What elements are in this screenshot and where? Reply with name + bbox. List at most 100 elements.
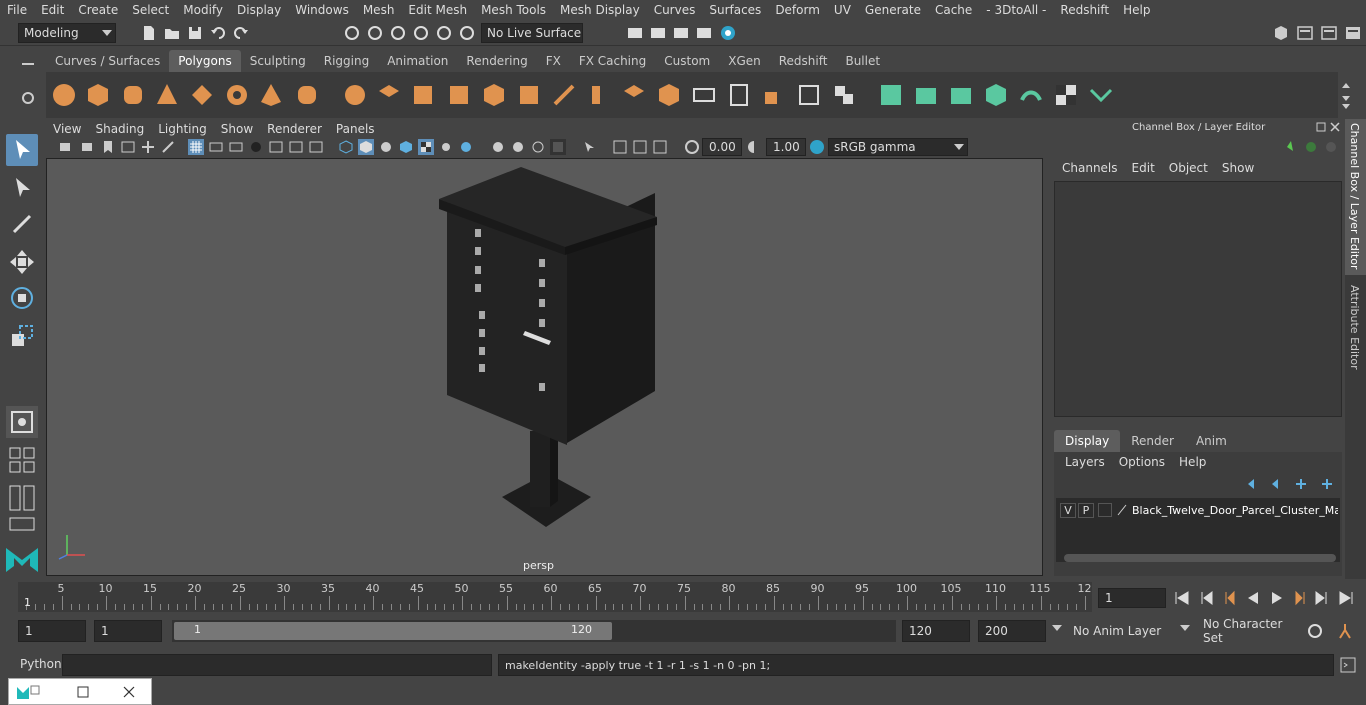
append-icon[interactable] xyxy=(621,82,647,108)
menu-mesh-display[interactable]: Mesh Display xyxy=(553,3,647,17)
snap-surface-icon[interactable] xyxy=(435,24,453,42)
move-tool-icon[interactable] xyxy=(6,246,38,278)
save-scene-icon[interactable] xyxy=(186,24,204,42)
grid-icon[interactable] xyxy=(188,139,204,155)
layer-visibility-toggle[interactable]: V xyxy=(1060,502,1076,518)
channels-menu[interactable]: Channels xyxy=(1055,161,1125,175)
ipr-render-icon[interactable] xyxy=(672,24,690,42)
shadows-icon[interactable] xyxy=(458,139,474,155)
channel-box-toggle-icon[interactable] xyxy=(1344,24,1362,42)
layer-color-swatch[interactable] xyxy=(1098,503,1112,517)
menu-help[interactable]: Help xyxy=(1116,3,1157,17)
poly-plane-icon[interactable] xyxy=(189,82,215,108)
poly-pipe-icon[interactable] xyxy=(294,82,320,108)
playback-controls[interactable] xyxy=(1172,588,1362,608)
menu-deform[interactable]: Deform xyxy=(768,3,827,17)
menu-cache[interactable]: Cache xyxy=(928,3,979,17)
extrude-icon[interactable] xyxy=(516,82,542,108)
tab-rigging[interactable]: Rigging xyxy=(315,50,378,72)
color-management-icon[interactable] xyxy=(809,139,825,155)
menu-curves[interactable]: Curves xyxy=(647,3,703,17)
tab-xgen[interactable]: XGen xyxy=(719,50,770,72)
panel-menu-panels[interactable]: Panels xyxy=(329,122,382,136)
use-all-lights-icon[interactable] xyxy=(438,139,454,155)
layout-icon[interactable] xyxy=(1296,24,1314,42)
exposure-field[interactable]: 0.00 xyxy=(702,138,742,156)
select-tool-icon[interactable] xyxy=(6,134,38,166)
menu-display[interactable]: Display xyxy=(230,3,288,17)
range-slider-handle[interactable]: 1 120 xyxy=(174,622,612,640)
side-tab-channel-box[interactable]: Channel Box / Layer Editor xyxy=(1345,119,1366,275)
uv-unfold-icon[interactable] xyxy=(1018,82,1044,108)
fill-hole-icon[interactable] xyxy=(656,82,682,108)
tab-fx-caching[interactable]: FX Caching xyxy=(570,50,655,72)
maximize-icon[interactable] xyxy=(75,684,91,700)
menu-mesh-tools[interactable]: Mesh Tools xyxy=(474,3,553,17)
reduce-icon[interactable] xyxy=(481,82,507,108)
xray-components-icon[interactable] xyxy=(652,139,668,155)
separate-icon[interactable] xyxy=(376,82,402,108)
menu-surfaces[interactable]: Surfaces xyxy=(702,3,768,17)
tab-animation[interactable]: Animation xyxy=(378,50,457,72)
auto-key-icon[interactable] xyxy=(1306,622,1324,640)
poly-cylinder-icon[interactable] xyxy=(120,82,146,108)
command-input[interactable] xyxy=(62,654,492,676)
multicut-icon[interactable] xyxy=(691,82,717,108)
lasso-tool-icon[interactable] xyxy=(6,172,38,204)
layers-help-menu[interactable]: Help xyxy=(1172,455,1213,469)
camera-attributes-icon[interactable] xyxy=(80,139,96,155)
menu-file[interactable]: File xyxy=(0,3,34,17)
four-panel-layout-icon[interactable] xyxy=(6,444,38,476)
tab-render-layers[interactable]: Render xyxy=(1120,430,1185,452)
uv-sew-icon[interactable] xyxy=(1088,82,1114,108)
minimized-window[interactable] xyxy=(8,678,152,705)
options-menu[interactable]: Options xyxy=(1112,455,1172,469)
tab-polygons[interactable]: Polygons xyxy=(169,50,241,72)
snap-point-icon[interactable] xyxy=(389,24,407,42)
poly-torus-icon[interactable] xyxy=(224,82,250,108)
poly-cube-icon[interactable] xyxy=(85,82,111,108)
tab-curves-surfaces[interactable]: Curves / Surfaces xyxy=(46,50,169,72)
snap-grid-icon[interactable] xyxy=(343,24,361,42)
uv-planar-icon[interactable] xyxy=(878,82,904,108)
new-scene-icon[interactable] xyxy=(140,24,158,42)
side-tab-attribute-editor[interactable]: Attribute Editor xyxy=(1345,281,1366,377)
tab-sculpting[interactable]: Sculpting xyxy=(241,50,315,72)
tab-rendering[interactable]: Rendering xyxy=(457,50,536,72)
exposure-icon[interactable] xyxy=(684,139,700,155)
panel-menu-shading[interactable]: Shading xyxy=(88,122,151,136)
close-icon[interactable] xyxy=(121,684,137,700)
film-gate-icon[interactable] xyxy=(208,139,224,155)
shelf-menu-icon[interactable] xyxy=(20,56,36,72)
anti-aliasing-icon[interactable] xyxy=(530,139,546,155)
safe-action-icon[interactable] xyxy=(288,139,304,155)
menu-generate[interactable]: Generate xyxy=(858,3,928,17)
shelf-settings-icon[interactable] xyxy=(20,90,36,106)
start-time-field[interactable]: 1 xyxy=(18,620,86,642)
anim-layer-selector[interactable]: No Anim Layer xyxy=(1052,620,1190,642)
uv-auto-icon[interactable] xyxy=(983,82,1009,108)
snap-view-icon[interactable] xyxy=(412,24,430,42)
xray-joints-icon[interactable] xyxy=(632,139,648,155)
hypershade-icon[interactable] xyxy=(719,24,737,42)
uv-spherical-icon[interactable] xyxy=(948,82,974,108)
menu-windows[interactable]: Windows xyxy=(288,3,356,17)
mirror-icon[interactable] xyxy=(410,82,436,108)
viewport-persp[interactable]: persp xyxy=(46,158,1043,576)
snap-curve-icon[interactable] xyxy=(366,24,384,42)
tab-custom[interactable]: Custom xyxy=(655,50,719,72)
poly-pyramid-icon[interactable] xyxy=(258,82,284,108)
close-panel-icon[interactable] xyxy=(1329,121,1341,133)
side-layout-icon[interactable] xyxy=(6,482,38,514)
poly-sphere-icon[interactable] xyxy=(51,82,77,108)
tab-display-layers[interactable]: Display xyxy=(1054,430,1121,452)
motion-blur-icon[interactable] xyxy=(510,139,526,155)
render-view-icon[interactable] xyxy=(649,24,667,42)
layer-action-icons[interactable] xyxy=(1244,476,1338,492)
tab-redshift[interactable]: Redshift xyxy=(770,50,837,72)
open-scene-icon[interactable] xyxy=(163,24,181,42)
image-plane-icon[interactable] xyxy=(120,139,136,155)
combine-icon[interactable] xyxy=(342,82,368,108)
bridge-icon[interactable] xyxy=(586,82,612,108)
resolution-gate-icon[interactable] xyxy=(228,139,244,155)
